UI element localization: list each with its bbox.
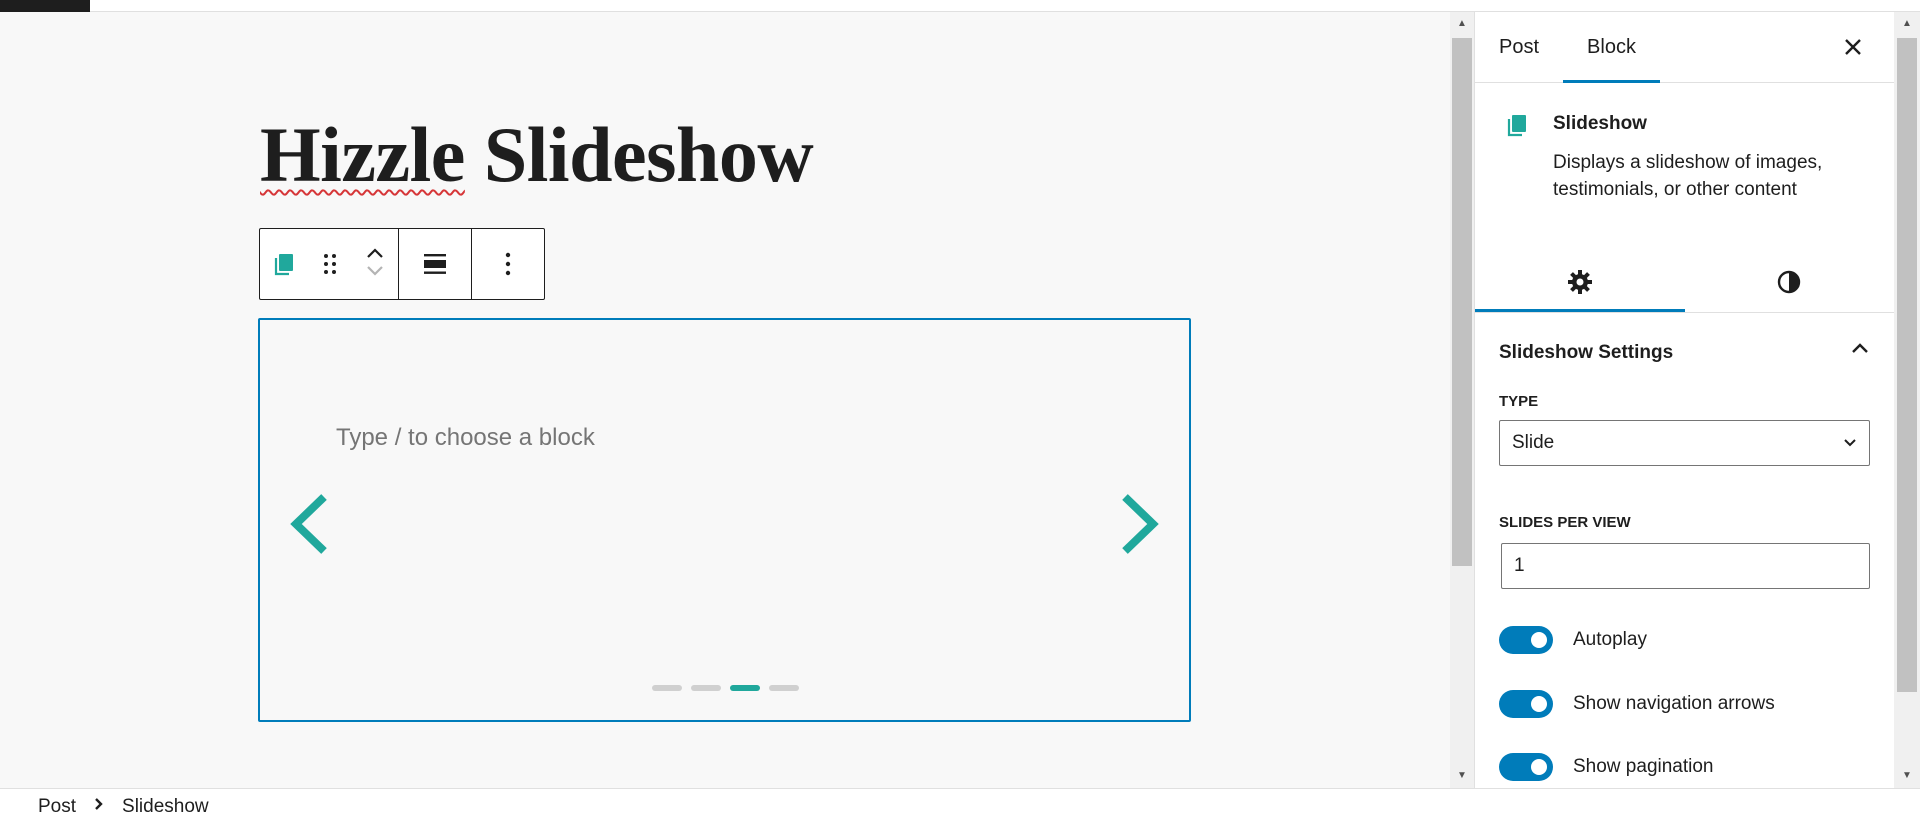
- navigation-arrows-label: Show navigation arrows: [1573, 693, 1775, 714]
- chevron-down-icon[interactable]: [366, 264, 384, 282]
- pagination-toggle[interactable]: [1499, 753, 1553, 781]
- slider-pagination: [652, 685, 799, 691]
- toggle-knob: [1531, 632, 1547, 648]
- chevron-left-icon[interactable]: [284, 486, 334, 562]
- inspector-tabs: [1475, 251, 1894, 313]
- pagination-label: Show pagination: [1573, 756, 1714, 777]
- slideshow-block[interactable]: Type / to choose a block: [258, 318, 1191, 722]
- sidebar-scrollbar-thumb[interactable]: [1897, 38, 1917, 692]
- slides-per-view-input[interactable]: 1: [1501, 543, 1870, 589]
- close-icon[interactable]: [1838, 32, 1868, 62]
- sidebar-tabs: Post Block: [1475, 12, 1894, 83]
- block-breadcrumb: Post Slideshow: [0, 788, 1920, 824]
- chevron-down-icon: [1843, 432, 1857, 454]
- block-mover: [352, 229, 398, 299]
- drag-handle-icon[interactable]: [308, 229, 352, 299]
- slideshow-settings-panel-header[interactable]: Slideshow Settings: [1475, 313, 1894, 393]
- options-group: [472, 229, 544, 299]
- chevron-up-icon[interactable]: [366, 246, 384, 264]
- block-card-description: Displays a slideshow of images, testimon…: [1553, 152, 1823, 200]
- pagination-dot-active[interactable]: [730, 685, 760, 691]
- block-card: Slideshow Displays a slideshow of images…: [1475, 83, 1894, 251]
- post-title-rest: Slideshow: [464, 111, 814, 198]
- pagination-dot[interactable]: [769, 685, 799, 691]
- settings-gear-icon[interactable]: [1475, 251, 1685, 312]
- autoplay-toggle-row[interactable]: Autoplay: [1475, 625, 1894, 655]
- toggle-knob: [1531, 759, 1547, 775]
- canvas-scrollbar[interactable]: ▲ ▼: [1450, 12, 1474, 788]
- more-vertical-icon[interactable]: [472, 229, 544, 299]
- navigation-arrows-toggle[interactable]: [1499, 690, 1553, 718]
- scroll-up-arrow-icon[interactable]: ▲: [1894, 16, 1920, 32]
- pagination-dot[interactable]: [652, 685, 682, 691]
- block-card-title: Slideshow: [1553, 113, 1647, 134]
- chevron-up-icon[interactable]: [1850, 339, 1870, 361]
- pagination-toggle-row[interactable]: Show pagination: [1475, 752, 1894, 782]
- align-group: [399, 229, 472, 299]
- autoplay-label: Autoplay: [1573, 629, 1647, 650]
- block-placeholder[interactable]: Type / to choose a block: [336, 424, 595, 452]
- navigation-arrows-toggle-row[interactable]: Show navigation arrows: [1475, 689, 1894, 719]
- pagination-dot[interactable]: [691, 685, 721, 691]
- tab-block[interactable]: Block: [1563, 12, 1660, 83]
- type-label: Type: [1499, 393, 1539, 410]
- panel-title: Slideshow Settings: [1499, 342, 1674, 363]
- scroll-down-arrow-icon[interactable]: ▼: [1450, 768, 1474, 784]
- type-select-value: Slide: [1512, 432, 1555, 453]
- breadcrumb-item-slideshow[interactable]: Slideshow: [122, 796, 209, 818]
- autoplay-toggle[interactable]: [1499, 626, 1553, 654]
- post-title[interactable]: Hizzle Slideshow: [260, 110, 814, 200]
- tab-post[interactable]: Post: [1499, 12, 1539, 83]
- toggle-knob: [1531, 696, 1547, 712]
- top-bar-dark-segment: [0, 0, 90, 12]
- type-select[interactable]: Slide: [1499, 420, 1870, 466]
- scroll-up-arrow-icon[interactable]: ▲: [1450, 16, 1474, 32]
- slides-per-view-label: Slides per view: [1499, 514, 1631, 531]
- align-wide-icon[interactable]: [399, 229, 471, 299]
- post-title-misspelled-word: Hizzle: [260, 111, 465, 198]
- top-bar: [0, 0, 1920, 12]
- settings-sidebar: Post Block Slideshow Displays a slidesho…: [1474, 12, 1894, 788]
- chevron-right-icon[interactable]: [1115, 486, 1165, 562]
- styles-contrast-icon[interactable]: [1685, 251, 1895, 312]
- block-toolbar: [259, 228, 545, 300]
- breadcrumb-item-post[interactable]: Post: [38, 796, 76, 818]
- slides-per-view-value: 1: [1514, 555, 1525, 576]
- scroll-down-arrow-icon[interactable]: ▼: [1894, 768, 1920, 784]
- slideshow-block-card-icon: [1505, 113, 1529, 144]
- sidebar-scrollbar[interactable]: ▲ ▼: [1894, 12, 1920, 788]
- canvas-scrollbar-thumb[interactable]: [1452, 38, 1472, 566]
- chevron-right-icon: [94, 797, 104, 816]
- slideshow-block-icon[interactable]: [260, 229, 308, 299]
- block-switcher-group: [260, 229, 399, 299]
